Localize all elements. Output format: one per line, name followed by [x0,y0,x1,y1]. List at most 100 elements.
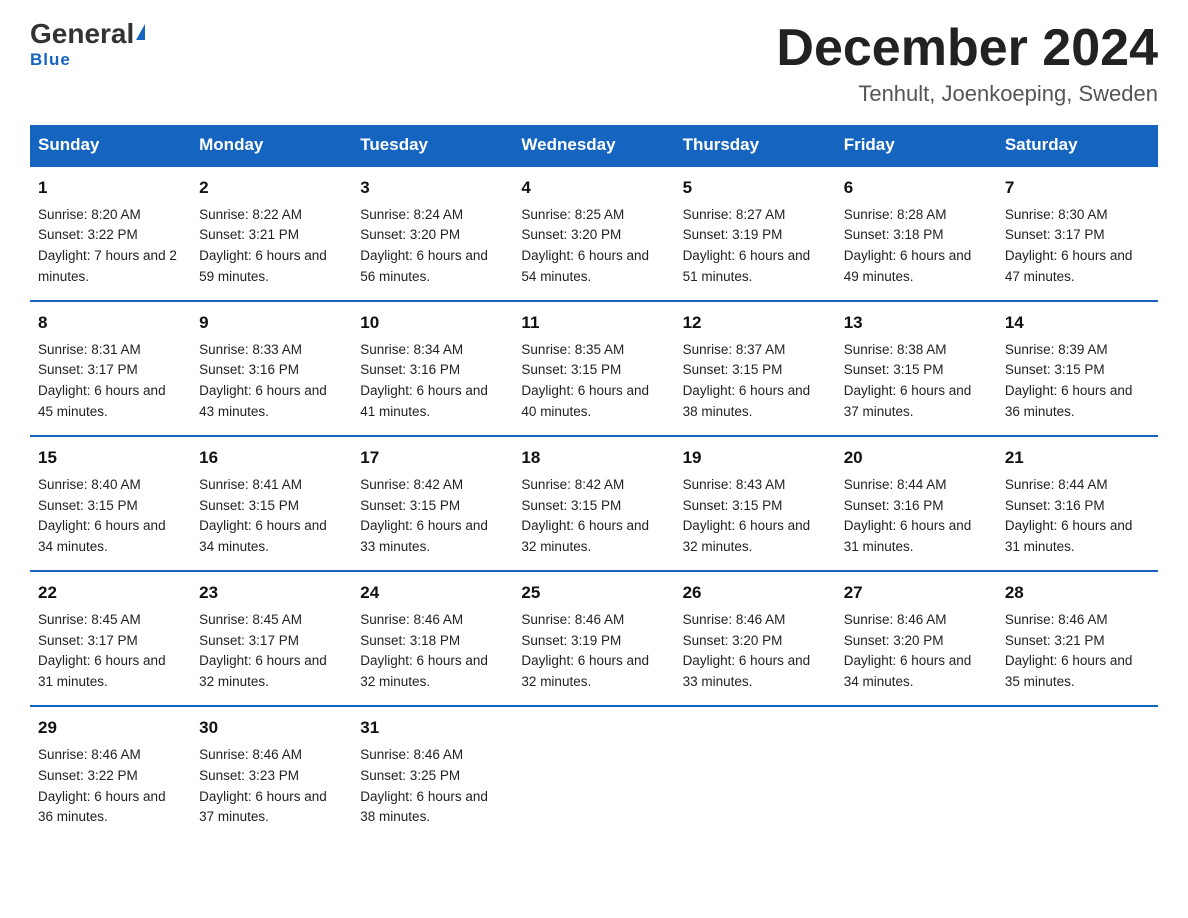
logo-general: General [30,18,134,49]
calendar-cell: 3 Sunrise: 8:24 AMSunset: 3:20 PMDaylight… [352,166,513,301]
day-number: 28 [1005,580,1150,606]
calendar-cell: 26Sunrise: 8:46 AMSunset: 3:20 PMDayligh… [675,571,836,706]
calendar-week-row: 15Sunrise: 8:40 AMSunset: 3:15 PMDayligh… [30,436,1158,571]
day-number: 2 [199,175,344,201]
calendar-cell: 2Sunrise: 8:22 AMSunset: 3:21 PMDaylight… [191,166,352,301]
calendar-cell: 5 Sunrise: 8:27 AMSunset: 3:19 PMDaylight… [675,166,836,301]
day-number: 24 [360,580,505,606]
calendar-cell: 19Sunrise: 8:43 AMSunset: 3:15 PMDayligh… [675,436,836,571]
day-info: Sunrise: 8:44 AMSunset: 3:16 PMDaylight:… [1005,477,1133,555]
day-info: Sunrise: 8:30 AMSunset: 3:17 PMDaylight:… [1005,207,1133,285]
calendar-cell: 25Sunrise: 8:46 AMSunset: 3:19 PMDayligh… [513,571,674,706]
calendar-cell [675,706,836,840]
calendar-cell: 23Sunrise: 8:45 AMSunset: 3:17 PMDayligh… [191,571,352,706]
title-area: December 2024 Tenhult, Joenkoeping, Swed… [776,20,1158,107]
calendar-week-row: 1 Sunrise: 8:20 AMSunset: 3:22 PMDaylight… [30,166,1158,301]
calendar-cell: 27Sunrise: 8:46 AMSunset: 3:20 PMDayligh… [836,571,997,706]
day-number: 12 [683,310,828,336]
calendar-cell: 17 Sunrise: 8:42 AMSunset: 3:15 PMDayligh… [352,436,513,571]
calendar-cell: 20 Sunrise: 8:44 AMSunset: 3:16 PMDayligh… [836,436,997,571]
day-info: Sunrise: 8:45 AMSunset: 3:17 PMDaylight:… [38,612,166,690]
col-friday: Friday [836,125,997,166]
day-info: Sunrise: 8:35 AMSunset: 3:15 PMDaylight:… [521,342,649,420]
calendar-cell: 15Sunrise: 8:40 AMSunset: 3:15 PMDayligh… [30,436,191,571]
calendar-cell: 10Sunrise: 8:34 AMSunset: 3:16 PMDayligh… [352,301,513,436]
day-info: Sunrise: 8:28 AMSunset: 3:18 PMDaylight:… [844,207,972,285]
day-number: 23 [199,580,344,606]
day-info: Sunrise: 8:41 AMSunset: 3:15 PMDaylight:… [199,477,327,555]
day-info: Sunrise: 8:43 AMSunset: 3:15 PMDaylight:… [683,477,811,555]
day-info: Sunrise: 8:46 AMSunset: 3:18 PMDaylight:… [360,612,488,690]
logo-area: General Blue [30,20,145,70]
day-number: 4 [521,175,666,201]
logo-triangle-icon [136,24,145,40]
page-header: General Blue December 2024 Tenhult, Joen… [30,20,1158,107]
day-info: Sunrise: 8:39 AMSunset: 3:15 PMDaylight:… [1005,342,1133,420]
day-info: Sunrise: 8:25 AMSunset: 3:20 PMDaylight:… [521,207,649,285]
calendar-cell: 29 Sunrise: 8:46 AMSunset: 3:22 PMDayligh… [30,706,191,840]
location-title: Tenhult, Joenkoeping, Sweden [776,81,1158,107]
day-info: Sunrise: 8:40 AMSunset: 3:15 PMDaylight:… [38,477,166,555]
calendar-week-row: 29 Sunrise: 8:46 AMSunset: 3:22 PMDayligh… [30,706,1158,840]
day-number: 3 [360,175,505,201]
col-sunday: Sunday [30,125,191,166]
day-info: Sunrise: 8:46 AMSunset: 3:21 PMDaylight:… [1005,612,1133,690]
logo-text: General [30,20,145,48]
col-wednesday: Wednesday [513,125,674,166]
calendar-header-row: Sunday Monday Tuesday Wednesday Thursday… [30,125,1158,166]
day-number: 1 [38,175,183,201]
day-info: Sunrise: 8:31 AMSunset: 3:17 PMDaylight:… [38,342,166,420]
day-number: 5 [683,175,828,201]
calendar-cell: 28 Sunrise: 8:46 AMSunset: 3:21 PMDayligh… [997,571,1158,706]
calendar-cell: 6 Sunrise: 8:28 AMSunset: 3:18 PMDaylight… [836,166,997,301]
day-info: Sunrise: 8:37 AMSunset: 3:15 PMDaylight:… [683,342,811,420]
calendar-cell: 1 Sunrise: 8:20 AMSunset: 3:22 PMDaylight… [30,166,191,301]
calendar-cell: 22 Sunrise: 8:45 AMSunset: 3:17 PMDayligh… [30,571,191,706]
calendar-cell: 13 Sunrise: 8:38 AMSunset: 3:15 PMDayligh… [836,301,997,436]
day-info: Sunrise: 8:42 AMSunset: 3:15 PMDaylight:… [521,477,649,555]
calendar-table: Sunday Monday Tuesday Wednesday Thursday… [30,125,1158,840]
calendar-cell: 21Sunrise: 8:44 AMSunset: 3:16 PMDayligh… [997,436,1158,571]
day-number: 29 [38,715,183,741]
day-info: Sunrise: 8:20 AMSunset: 3:22 PMDaylight:… [38,207,177,285]
day-number: 8 [38,310,183,336]
day-number: 7 [1005,175,1150,201]
calendar-cell: 8 Sunrise: 8:31 AMSunset: 3:17 PMDaylight… [30,301,191,436]
day-info: Sunrise: 8:46 AMSunset: 3:19 PMDaylight:… [521,612,649,690]
day-info: Sunrise: 8:44 AMSunset: 3:16 PMDaylight:… [844,477,972,555]
day-number: 6 [844,175,989,201]
col-tuesday: Tuesday [352,125,513,166]
calendar-week-row: 22 Sunrise: 8:45 AMSunset: 3:17 PMDayligh… [30,571,1158,706]
day-number: 20 [844,445,989,471]
day-number: 31 [360,715,505,741]
day-number: 22 [38,580,183,606]
day-number: 18 [521,445,666,471]
calendar-week-row: 8 Sunrise: 8:31 AMSunset: 3:17 PMDaylight… [30,301,1158,436]
day-info: Sunrise: 8:38 AMSunset: 3:15 PMDaylight:… [844,342,972,420]
calendar-cell: 11Sunrise: 8:35 AMSunset: 3:15 PMDayligh… [513,301,674,436]
day-info: Sunrise: 8:27 AMSunset: 3:19 PMDaylight:… [683,207,811,285]
col-thursday: Thursday [675,125,836,166]
day-info: Sunrise: 8:42 AMSunset: 3:15 PMDaylight:… [360,477,488,555]
calendar-cell: 30Sunrise: 8:46 AMSunset: 3:23 PMDayligh… [191,706,352,840]
calendar-cell: 12 Sunrise: 8:37 AMSunset: 3:15 PMDayligh… [675,301,836,436]
day-info: Sunrise: 8:33 AMSunset: 3:16 PMDaylight:… [199,342,327,420]
col-monday: Monday [191,125,352,166]
calendar-cell [513,706,674,840]
day-info: Sunrise: 8:46 AMSunset: 3:20 PMDaylight:… [683,612,811,690]
day-number: 17 [360,445,505,471]
calendar-cell: 18 Sunrise: 8:42 AMSunset: 3:15 PMDayligh… [513,436,674,571]
calendar-cell: 14Sunrise: 8:39 AMSunset: 3:15 PMDayligh… [997,301,1158,436]
col-saturday: Saturday [997,125,1158,166]
month-title: December 2024 [776,20,1158,77]
day-number: 13 [844,310,989,336]
day-info: Sunrise: 8:34 AMSunset: 3:16 PMDaylight:… [360,342,488,420]
day-info: Sunrise: 8:46 AMSunset: 3:20 PMDaylight:… [844,612,972,690]
day-info: Sunrise: 8:46 AMSunset: 3:23 PMDaylight:… [199,747,327,825]
day-info: Sunrise: 8:46 AMSunset: 3:22 PMDaylight:… [38,747,166,825]
calendar-cell: 24 Sunrise: 8:46 AMSunset: 3:18 PMDayligh… [352,571,513,706]
day-info: Sunrise: 8:24 AMSunset: 3:20 PMDaylight:… [360,207,488,285]
calendar-cell: 9Sunrise: 8:33 AMSunset: 3:16 PMDaylight… [191,301,352,436]
logo-blue-text: Blue [30,50,71,70]
calendar-cell [836,706,997,840]
